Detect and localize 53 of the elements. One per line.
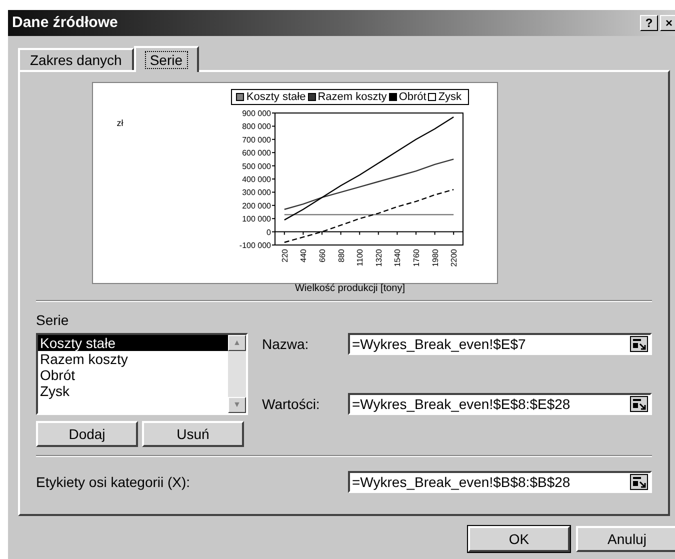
tab[interactable]: Serie [134,46,199,72]
x-tick-label: 2200 [450,249,459,267]
window-title: Dane źródłowe [12,12,118,33]
series-label: Serie [36,311,70,330]
series-item[interactable]: Zysk [38,383,228,399]
field-label: Nazwa: [262,334,310,354]
y-tick-label: 800 000 [242,122,272,132]
reference-field[interactable]: =Wykres_Break_even!$E$7 [348,333,652,355]
dialog-button[interactable]: OK [468,526,570,552]
x-tick-label: 1980 [431,249,440,267]
y-tick-label: 0 [266,228,272,237]
reference-value: =Wykres_Break_even!$B$8:$B$28 [351,472,572,492]
x-axis-title: Wielkość produkcji [tony] [294,282,406,296]
series-action-button[interactable]: Dodaj [36,421,138,447]
collapse-dialog-icon[interactable] [630,396,648,412]
legend-label: Razem koszty [318,90,387,104]
y-tick-label: 400 000 [242,175,272,184]
title-bar-button[interactable]: × [660,15,675,31]
legend-label: Obrót [398,90,426,104]
x-tick-label: 440 [299,249,308,262]
reference-value: =Wykres_Break_even!$E$7 [351,334,527,354]
series-item[interactable]: Obrót [38,367,228,383]
x-tick-label: 1100 [356,249,365,266]
legend-label: Zysk [438,90,462,104]
y-tick-label: 500 000 [242,162,272,171]
y-tick-label: 700 000 [242,135,272,144]
y-tick-label: -100 000 [240,241,272,250]
legend-label: Koszty stałe [246,90,306,104]
dialog-button[interactable]: Anuluj [576,526,675,552]
y-tick-label: 100 000 [242,214,272,224]
series-action-button[interactable]: Usuń [142,421,244,447]
x-tick-label: 1540 [393,249,402,267]
y-tick-label: 200 000 [242,201,272,210]
series-item[interactable]: Koszty stałe [38,335,228,351]
reference-field[interactable]: =Wykres_Break_even!$B$8:$B$28 [348,471,652,493]
collapse-dialog-icon[interactable] [630,474,648,490]
reference-value: =Wykres_Break_even!$E$8:$E$28 [351,394,572,414]
reference-field[interactable]: =Wykres_Break_even!$E$8:$E$28 [348,393,652,415]
y-tick-label: 900 000 [242,109,272,118]
y-tick-label: 600 000 [242,148,272,158]
field-label: Etykiety osi kategorii (X): [36,472,192,492]
series-item[interactable]: Razem koszty [38,351,228,367]
unit-annotation: zł [116,117,124,130]
field-label: Wartości: [262,394,321,414]
x-tick-label: 220 [280,249,290,262]
x-tick-label: 660 [318,249,328,262]
x-tick-label: 880 [337,249,346,262]
collapse-dialog-icon[interactable] [630,336,648,352]
title-bar-button[interactable]: ? [640,15,658,31]
y-tick-label: 300 000 [242,188,272,198]
x-tick-label: 1320 [374,249,384,267]
x-tick-label: 1760 [412,249,422,267]
tab[interactable]: Zakres danych [18,48,134,70]
